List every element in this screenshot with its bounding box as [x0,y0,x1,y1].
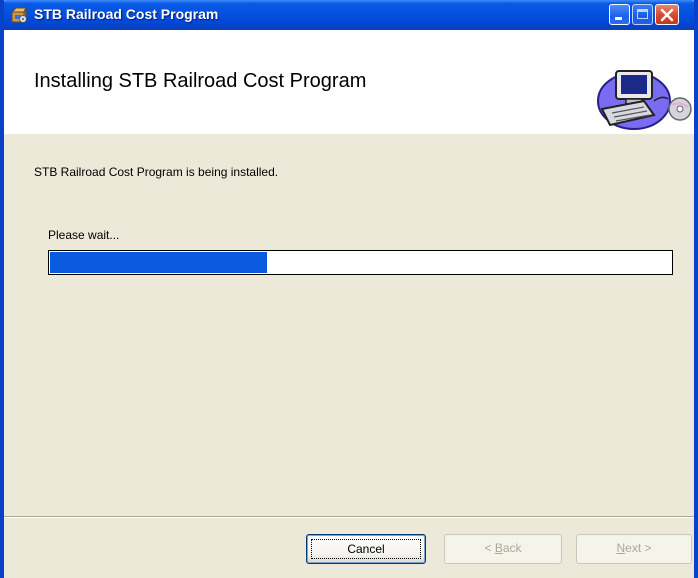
computer-installer-icon [597,70,692,130]
install-status-text: STB Railroad Cost Program is being insta… [34,165,279,179]
close-icon [660,8,674,22]
installer-box-icon [10,7,27,23]
cancel-button[interactable]: Cancel [306,534,426,564]
page-title: Installing STB Railroad Cost Program [34,70,367,92]
cancel-focus-ring: Cancel [311,539,421,559]
back-button-rest: ack [502,541,522,555]
install-progress-bar [48,250,673,275]
back-button-mnemonic: B [494,541,503,555]
cancel-button-label: Cancel [347,542,385,556]
window-title: STB Railroad Cost Program [34,6,219,22]
header-banner: Installing STB Railroad Cost Program [4,30,694,134]
minimize-button[interactable] [609,4,630,25]
next-button-mnemonic: N [616,541,626,555]
please-wait-label: Please wait... [48,228,120,242]
close-button[interactable] [655,4,679,25]
maximize-icon [637,9,648,19]
next-button-rest: ext > [625,541,652,555]
title-bar[interactable]: STB Railroad Cost Program [4,0,694,30]
installer-window: STB Railroad Cost Program Installing STB… [0,0,698,578]
maximize-button [632,4,653,25]
minimize-icon [615,17,622,20]
back-button: < Back [444,534,562,564]
next-button: Next > [576,534,692,564]
back-button-prefix: < [484,541,495,555]
progress-fill [50,252,267,273]
banner-divider [4,133,694,134]
footer-divider [4,516,694,518]
